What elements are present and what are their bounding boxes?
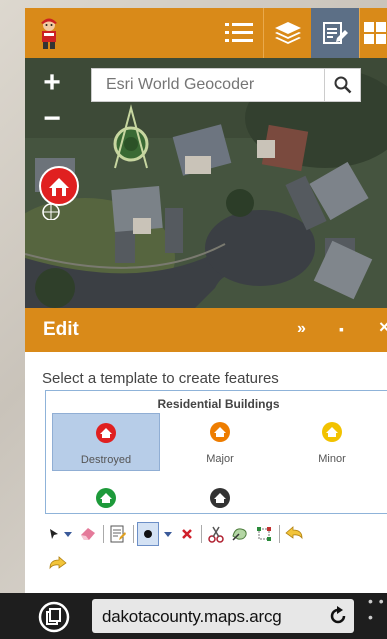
search-button[interactable] [324,69,360,101]
edit-toolbar [47,522,387,548]
zoom-out-button[interactable]: − [37,104,67,134]
attributes-tool[interactable] [107,522,129,546]
delete-icon [182,529,192,539]
browser-bar: dakotacounty.maps.arcg • • • [0,593,387,639]
edit-vertices-tool[interactable] [253,522,275,546]
template-group-title: Residential Buildings [157,397,280,411]
destroyed-building-marker[interactable] [35,166,89,220]
draw-tool-dropdown[interactable] [161,522,175,546]
select-tool[interactable] [47,522,61,546]
toolbar-divider [201,525,202,543]
address-bar[interactable]: dakotacounty.maps.arcg [92,599,354,633]
edit-icon [323,22,348,44]
map-view[interactable]: + − [25,58,387,308]
template-inaccessible[interactable] [166,479,274,513]
search-widget [91,68,361,102]
reshape-icon [232,528,247,541]
undo-icon [285,526,303,540]
house-icon [210,422,230,442]
search-input[interactable] [92,69,324,101]
close-button[interactable]: × [379,317,387,338]
scissors-icon [208,526,224,543]
template-major[interactable]: Major [166,413,274,471]
template-picker: Residential Buildings Destroyed Major Mi… [45,390,387,514]
layers-icon [274,22,301,44]
eraser-icon [81,528,95,540]
reload-icon[interactable] [328,606,348,626]
cut-tool[interactable] [205,522,227,546]
app-header [25,8,387,58]
chevron-down-icon [164,532,172,537]
house-icon [322,422,342,442]
clear-selection-tool[interactable] [77,522,99,546]
template-label: Destroyed [80,454,132,466]
list-icon [225,23,253,42]
more-menu-button[interactable]: • • • [368,593,387,625]
grid-button[interactable] [359,8,387,58]
grid-icon [363,22,386,44]
tabs-button[interactable] [38,601,70,633]
document-edit-icon [110,525,126,543]
template-destroyed[interactable]: Destroyed [52,413,160,471]
redo-icon [49,556,67,570]
maximize-button[interactable]: ▪ [339,321,344,337]
chevron-down-icon [64,532,72,537]
template-label: Minor [318,453,346,465]
template-affected[interactable] [52,479,160,513]
house-icon [96,488,116,508]
template-minor[interactable]: Minor [278,413,386,471]
toolbar-divider [103,525,104,543]
web-app: + − Edit » ▪ × Select a templ [25,8,387,593]
toolbar-divider [133,525,134,543]
house-icon [96,423,116,443]
pointer-icon [50,529,58,539]
search-icon [334,76,351,94]
edit-panel-title: Edit [43,319,79,340]
template-prompt: Select a template to create features [42,370,279,387]
house-icon [210,488,230,508]
collapse-button[interactable]: » [297,320,306,338]
layers-button[interactable] [263,8,311,58]
app-logo[interactable] [35,16,63,50]
edit-panel-header: Edit » ▪ × [25,308,387,352]
list-button[interactable] [215,8,263,58]
edit-panel: Edit » ▪ × Select a template to create f… [25,308,387,593]
toolbar-divider [279,525,280,543]
point-icon [144,530,152,538]
template-label: Major [206,453,234,465]
delete-tool[interactable] [177,522,197,546]
select-dropdown[interactable] [61,522,75,546]
edit-button[interactable] [311,8,359,58]
url-text: dakotacounty.maps.arcg [102,607,282,626]
draw-point-tool[interactable] [137,522,159,546]
reshape-tool[interactable] [229,522,251,546]
zoom-in-button[interactable]: + [37,68,67,98]
undo-tool[interactable] [283,522,305,546]
redo-tool[interactable] [47,552,69,576]
vertices-icon [257,527,271,541]
